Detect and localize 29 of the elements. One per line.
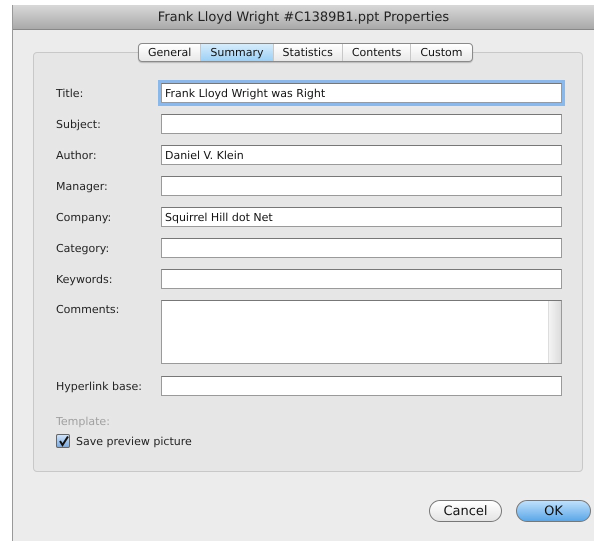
tab[interactable]: Summary (201, 44, 274, 61)
field-label: Company: (56, 210, 112, 224)
checkbox-label: Save preview picture (76, 434, 192, 448)
field-label: Title: (56, 86, 84, 100)
text-field[interactable]: Squirrel Hill dot Net (161, 207, 562, 227)
field-label: Subject: (56, 118, 102, 130)
field-label: Category: (56, 242, 110, 254)
cancel-button[interactable]: Cancel (429, 500, 502, 522)
text-field[interactable]: Frank Lloyd Wright was Right (161, 83, 562, 103)
window-title: Frank Lloyd Wright #C1389B1.ppt Properties (158, 10, 450, 24)
text-field[interactable] (161, 114, 562, 134)
tab[interactable]: Statistics (274, 44, 343, 61)
text-field[interactable] (161, 238, 562, 258)
field-label: Hyperlink base: (56, 380, 143, 392)
scroll-track[interactable] (548, 301, 561, 363)
field-label: Manager: (56, 180, 109, 192)
text-field[interactable] (161, 269, 562, 289)
checkbox[interactable] (56, 434, 70, 448)
ok-button[interactable]: OK (516, 500, 591, 522)
text-field[interactable]: Daniel V. Klein (161, 145, 562, 165)
text-field[interactable] (161, 376, 562, 396)
field-label: Author: (56, 148, 98, 162)
tab[interactable]: Contents (342, 44, 412, 61)
tab[interactable]: Custom (411, 44, 472, 61)
template-label: Template: (56, 415, 111, 428)
text-field[interactable] (161, 176, 562, 196)
field-label: Comments: (56, 302, 120, 316)
field-label: Keywords: (56, 272, 114, 286)
comments-field[interactable] (161, 300, 562, 364)
